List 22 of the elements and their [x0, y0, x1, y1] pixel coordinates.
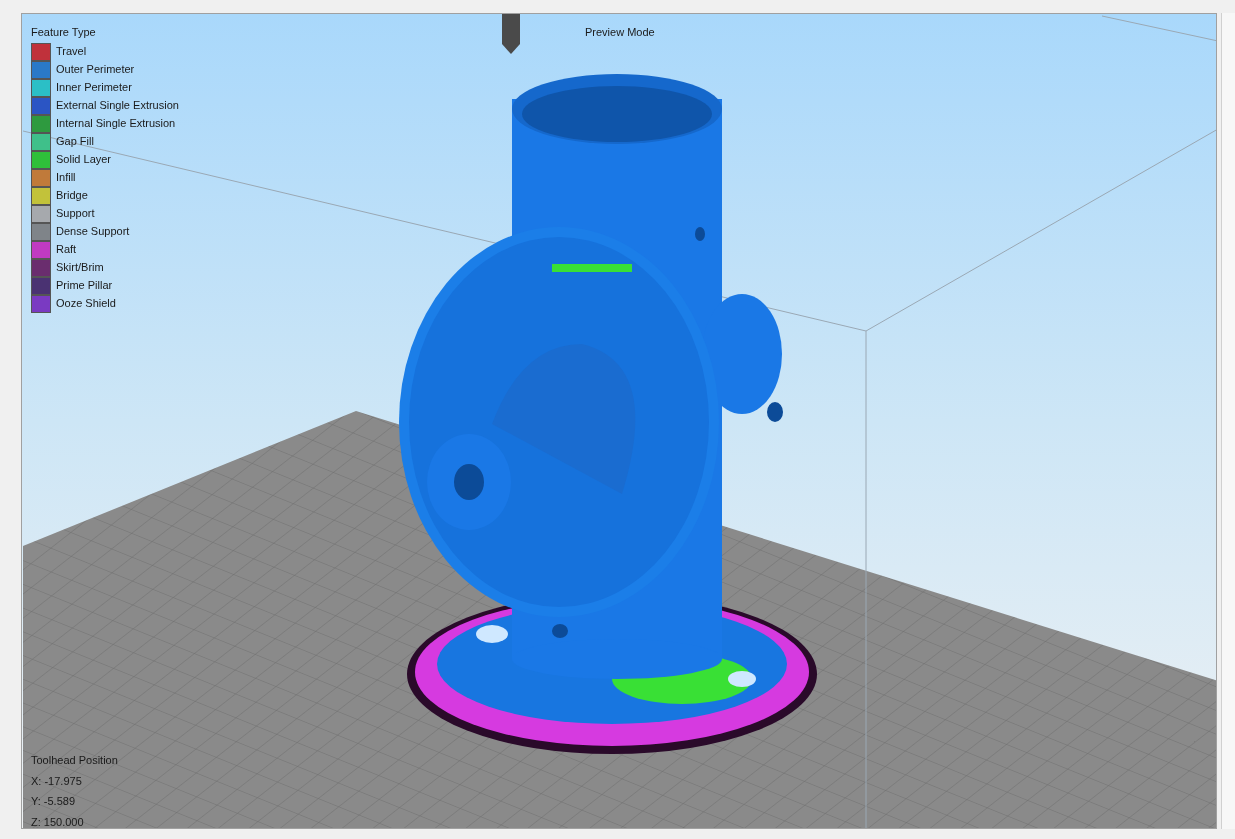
toolhead-coordinate: Z: 150.000	[31, 814, 85, 828]
legend-label: Dense Support	[56, 224, 130, 240]
legend-label: Ooze Shield	[56, 296, 116, 312]
legend-label: Outer Perimeter	[56, 62, 135, 78]
legend-label: Bridge	[56, 188, 88, 204]
legend-label: Solid Layer	[56, 152, 112, 168]
legend-label: Inner Perimeter	[56, 80, 132, 96]
legend-label: Skirt/Brim	[56, 260, 104, 276]
nozzle-drawing	[502, 14, 520, 54]
toolhead-title: Toolhead Position	[31, 753, 118, 768]
legend-label: Support	[56, 206, 95, 222]
viewport-title: Preview Mode	[585, 25, 655, 40]
legend-label: Internal Single Extrusion	[56, 116, 176, 132]
legend-label: Prime Pillar	[56, 278, 113, 294]
toolhead-coordinate: X: -17.975	[31, 773, 83, 789]
toolhead-coordinate: Y: -5.589	[31, 794, 77, 809]
legend-label: Travel	[56, 44, 87, 60]
legend-label: Raft	[56, 242, 77, 258]
legend-title: Feature Type	[31, 25, 97, 40]
legend-label: Infill	[56, 170, 76, 186]
legend-label: External Single Extrusion	[56, 98, 179, 114]
legend-label: Gap Fill	[56, 134, 94, 150]
